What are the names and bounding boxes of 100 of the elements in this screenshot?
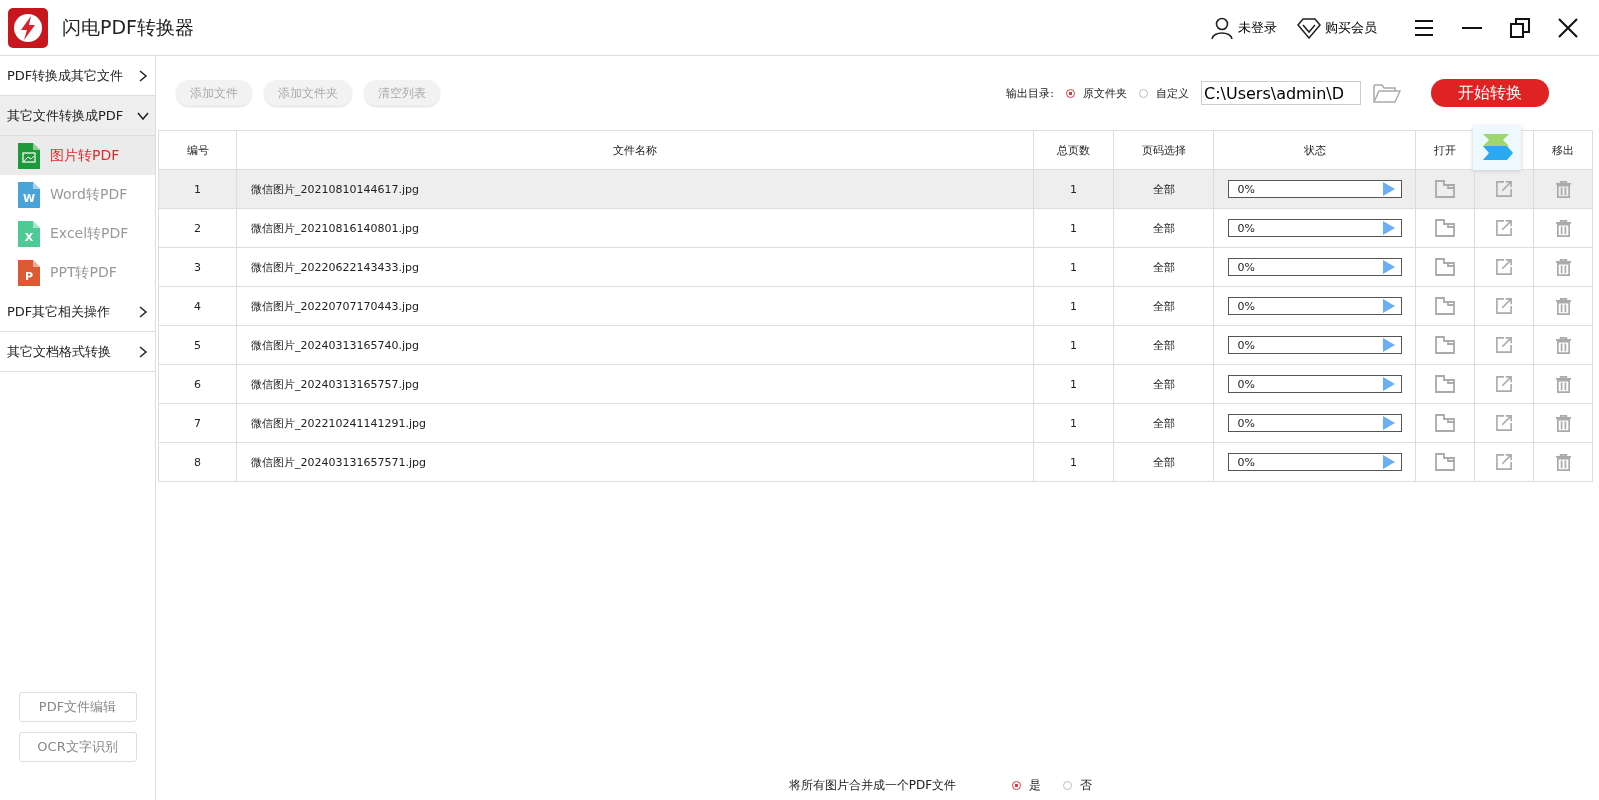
- sidebar-group[interactable]: 其它文件转换成PDF: [0, 96, 155, 136]
- progress-reading: 0%: [1237, 338, 1255, 352]
- sidebar-item[interactable]: 图片转PDF: [0, 136, 155, 175]
- file-icon: P: [18, 259, 40, 286]
- floating-widget-icon[interactable]: [1473, 126, 1521, 170]
- row-number: 5: [194, 338, 201, 352]
- file-name: 微信图片_20240313165740.jpg: [251, 338, 419, 352]
- play-icon[interactable]: [1382, 260, 1395, 274]
- progress-reading: 0%: [1237, 455, 1255, 469]
- file-name: 微信图片_20210810144617.jpg: [251, 182, 419, 196]
- vip-button[interactable]: 购买会员: [1297, 16, 1377, 39]
- progress-reading: 0%: [1237, 182, 1255, 196]
- export-icon[interactable]: [1496, 415, 1512, 431]
- page-range: 全部: [1152, 221, 1175, 235]
- column-header: 总页数: [1057, 143, 1090, 157]
- chevron-icon: [137, 305, 149, 318]
- page-count: 1: [1070, 260, 1077, 274]
- export-icon[interactable]: [1496, 376, 1512, 392]
- page-count: 1: [1070, 299, 1077, 313]
- merge-radio[interactable]: 否: [1063, 776, 1093, 794]
- page-count: 1: [1070, 182, 1077, 196]
- chevron-icon: [137, 69, 149, 82]
- folder-icon[interactable]: [1435, 297, 1455, 315]
- trash-icon[interactable]: [1554, 297, 1572, 315]
- page-count: 1: [1070, 377, 1077, 391]
- export-icon[interactable]: [1496, 181, 1512, 197]
- play-icon[interactable]: [1382, 299, 1395, 313]
- trash-icon[interactable]: [1554, 414, 1572, 432]
- chevron-icon: [137, 345, 149, 358]
- sidebar-group[interactable]: PDF其它相关操作: [0, 292, 155, 332]
- row-number: 6: [194, 377, 201, 391]
- start-button[interactable]: 开始转换: [1431, 79, 1549, 107]
- file-name: 微信图片_20220622143433.jpg: [251, 260, 419, 274]
- export-icon[interactable]: [1496, 298, 1512, 314]
- folder-icon[interactable]: [1373, 82, 1401, 104]
- column-header: 状态: [1303, 143, 1326, 157]
- progress-reading: 0%: [1237, 377, 1255, 391]
- export-icon[interactable]: [1496, 220, 1512, 236]
- merge-label: 将所有图片合并成一个PDF文件: [788, 776, 957, 794]
- column-header: 打开: [1434, 143, 1456, 157]
- sidebar-item[interactable]: P PPT转PDF: [0, 253, 155, 292]
- trash-icon[interactable]: [1554, 180, 1572, 198]
- folder-icon[interactable]: [1435, 336, 1455, 354]
- page-range: 全部: [1152, 377, 1175, 391]
- page-count: 1: [1070, 455, 1077, 469]
- play-icon[interactable]: [1382, 455, 1395, 469]
- page-range: 全部: [1152, 455, 1175, 469]
- folder-icon[interactable]: [1435, 219, 1455, 237]
- row-number: 8: [194, 455, 201, 469]
- row-number: 1: [194, 182, 201, 196]
- login-button[interactable]: 未登录: [1210, 15, 1277, 40]
- export-icon[interactable]: [1496, 337, 1512, 353]
- page-range: 全部: [1152, 416, 1175, 430]
- play-icon[interactable]: [1382, 338, 1395, 352]
- sidebar-group[interactable]: 其它文档格式转换: [0, 332, 155, 372]
- close-icon[interactable]: [1557, 16, 1579, 39]
- file-name: 微信图片_20220707170443.jpg: [251, 299, 419, 313]
- play-icon[interactable]: [1382, 416, 1395, 430]
- page-range: 全部: [1152, 260, 1175, 274]
- page-range: 全部: [1152, 299, 1175, 313]
- row-number: 4: [194, 299, 201, 313]
- file-name: 微信图片_20240313165757.jpg: [251, 377, 419, 391]
- trash-icon[interactable]: [1554, 258, 1572, 276]
- user-icon: [1210, 15, 1234, 40]
- page-count: 1: [1070, 338, 1077, 352]
- progress-reading: 0%: [1237, 260, 1255, 274]
- window-title: 闪电PDF转换器: [62, 14, 195, 40]
- page-range: 全部: [1152, 338, 1175, 352]
- file-icon: [18, 142, 40, 169]
- column-header: 页码选择: [1141, 143, 1186, 157]
- trash-icon[interactable]: [1554, 453, 1572, 471]
- play-icon[interactable]: [1382, 182, 1395, 196]
- file-name: 微信图片_202210241141291.jpg: [251, 416, 426, 430]
- play-icon[interactable]: [1382, 377, 1395, 391]
- trash-icon[interactable]: [1554, 219, 1572, 237]
- file-name: 微信图片_20210816140801.jpg: [251, 221, 419, 235]
- row-number: 2: [194, 221, 201, 235]
- folder-icon[interactable]: [1435, 180, 1455, 198]
- merge-radio[interactable]: 是: [1012, 776, 1042, 794]
- restore-icon[interactable]: [1509, 16, 1531, 39]
- output-radio[interactable]: 原文件夹: [1066, 85, 1127, 101]
- progress-reading: 0%: [1237, 416, 1255, 430]
- trash-icon[interactable]: [1554, 336, 1572, 354]
- folder-icon[interactable]: [1435, 258, 1455, 276]
- trash-icon[interactable]: [1554, 375, 1572, 393]
- row-number: 3: [194, 260, 201, 274]
- folder-icon[interactable]: [1435, 414, 1455, 432]
- path-field[interactable]: C:\Users\admin\D: [1201, 81, 1361, 105]
- export-icon[interactable]: [1496, 259, 1512, 275]
- tool-button[interactable]: PDF文件编辑: [18, 692, 137, 722]
- export-icon[interactable]: [1496, 454, 1512, 470]
- folder-icon[interactable]: [1435, 453, 1455, 471]
- output-radio[interactable]: 自定义: [1139, 85, 1189, 101]
- progress-reading: 0%: [1237, 221, 1255, 235]
- folder-icon[interactable]: [1435, 375, 1455, 393]
- tool-button[interactable]: OCR文字识别: [18, 732, 137, 762]
- column-header: 编号: [186, 143, 209, 157]
- file-icon: W: [18, 181, 40, 208]
- column-header: 移出: [1552, 143, 1574, 157]
- play-icon[interactable]: [1382, 221, 1395, 235]
